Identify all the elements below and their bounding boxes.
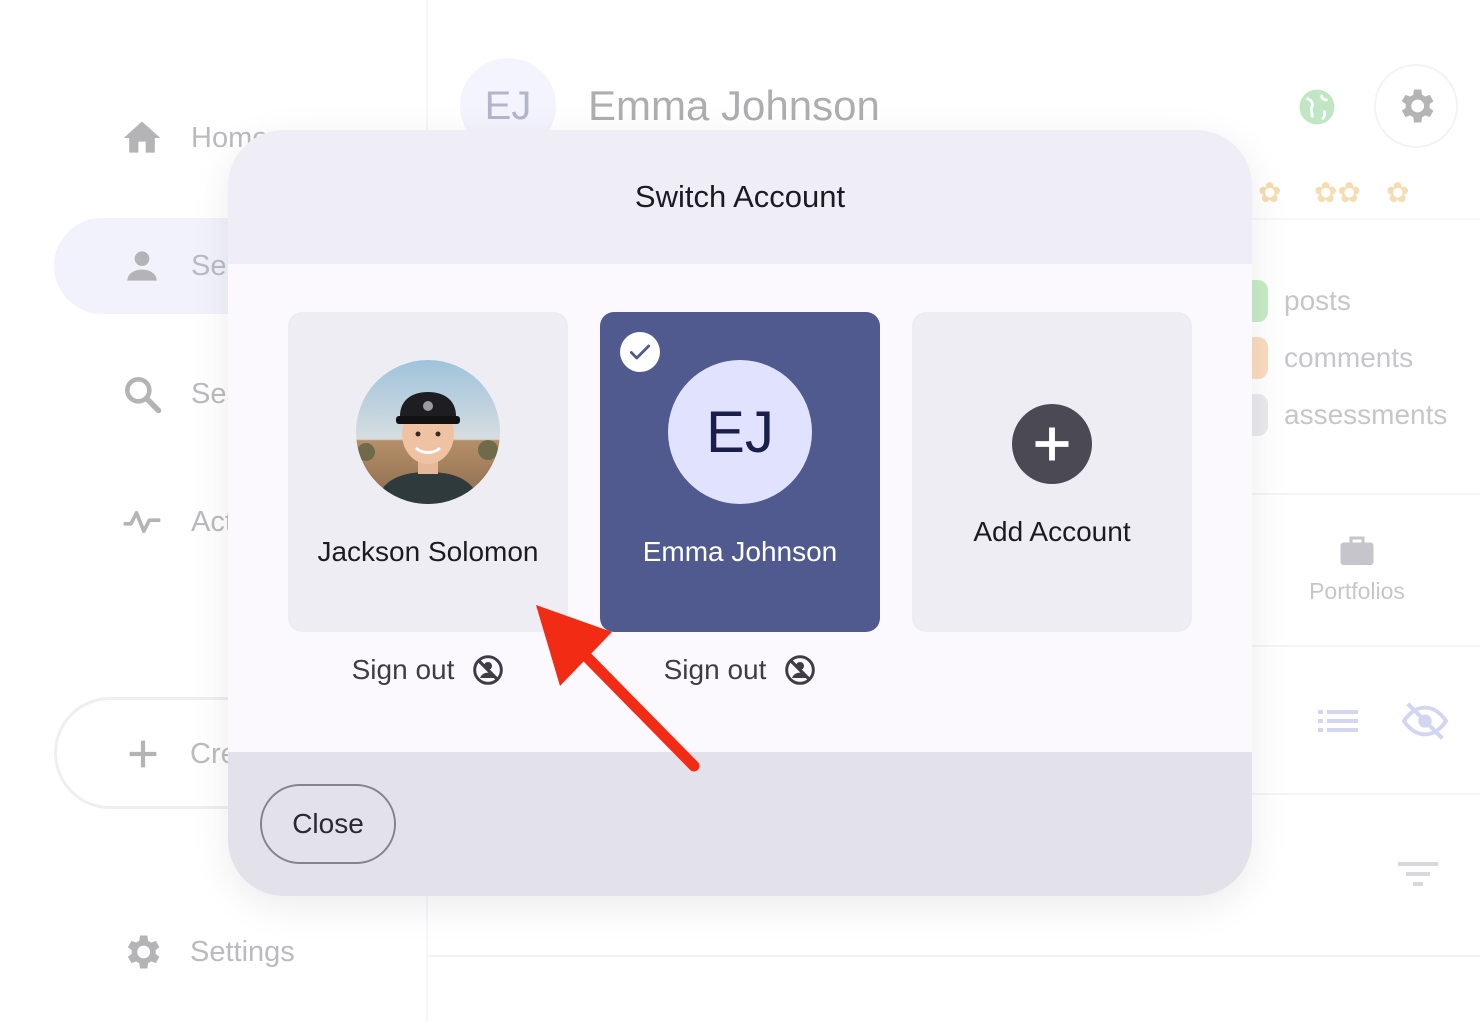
stat-label: posts [1284,285,1351,316]
gear-icon [127,935,160,969]
plus-icon [1035,427,1069,461]
avatar: EJ [668,360,812,504]
selected-check [620,332,660,372]
profile-stats: posts comments assessments [1246,280,1447,451]
account-card-jackson-solomon[interactable]: Jackson Solomon [288,312,568,632]
dialog-title: Switch Account [634,179,846,214]
profile-name: Emma Johnson [588,82,880,129]
plus-icon [129,740,157,768]
account-name: Jackson Solomon [317,536,539,567]
home-icon [123,121,161,153]
stat-label: comments [1284,342,1414,373]
avatar-initials: EJ [668,360,812,504]
search-icon [125,377,162,414]
globe-icon[interactable] [1296,86,1338,128]
divider [428,955,1480,957]
checkmark-icon [629,344,651,360]
briefcase-icon [1340,536,1374,565]
add-circle [1012,404,1092,484]
dialog-footer: Close [228,752,1252,896]
sign-out-label: Sign out [663,654,767,685]
flower-doodle-icon: ✿✿ [1314,177,1361,208]
sign-out-icon [473,655,504,685]
list-view-icon[interactable] [1318,708,1358,734]
close-button[interactable]: Close [260,784,396,864]
settings-button[interactable] [1374,64,1458,148]
add-account-button[interactable]: Add Account [912,312,1192,632]
divider [1252,493,1480,495]
profile-photo [356,360,500,504]
stat-comments: comments [1246,337,1447,379]
account-card-emma-johnson[interactable]: EJ Emma Johnson [600,312,880,632]
tab-label: Portfolios [1309,578,1405,604]
sign-out-label: Sign out [351,654,455,685]
divider [1252,793,1480,795]
sign-out-button-emma-johnson[interactable]: Sign out [600,654,880,686]
flower-doodle-icon: ✿ [1258,177,1282,208]
switch-account-dialog: Switch Account Jackson Solomon EJ Emma J… [228,130,1252,896]
sign-out-icon [785,655,816,685]
sign-out-button-jackson-solomon[interactable]: Sign out [288,654,568,686]
tab-portfolios[interactable]: Portfolios [1302,533,1412,605]
dialog-body: Jackson Solomon EJ Emma Johnson Add Acco… [228,264,1252,752]
add-account-label: Add Account [973,516,1131,547]
divider [1252,645,1480,647]
stat-posts: posts [1246,280,1447,322]
account-name: Emma Johnson [642,536,838,567]
stat-label: assessments [1284,399,1448,430]
sidebar-item-settings[interactable]: Settings [120,930,295,974]
dialog-header: Switch Account [228,130,1252,264]
person-icon [127,251,157,281]
flower-doodle-icon: ✿ [1386,177,1410,208]
gear-icon [1401,89,1434,123]
eye-off-icon[interactable] [1402,700,1448,742]
stat-assessments: assessments [1246,394,1447,436]
settings-label: Settings [190,935,295,968]
activity-icon [123,511,161,533]
avatar [356,360,500,504]
filter-icon[interactable] [1398,860,1438,888]
